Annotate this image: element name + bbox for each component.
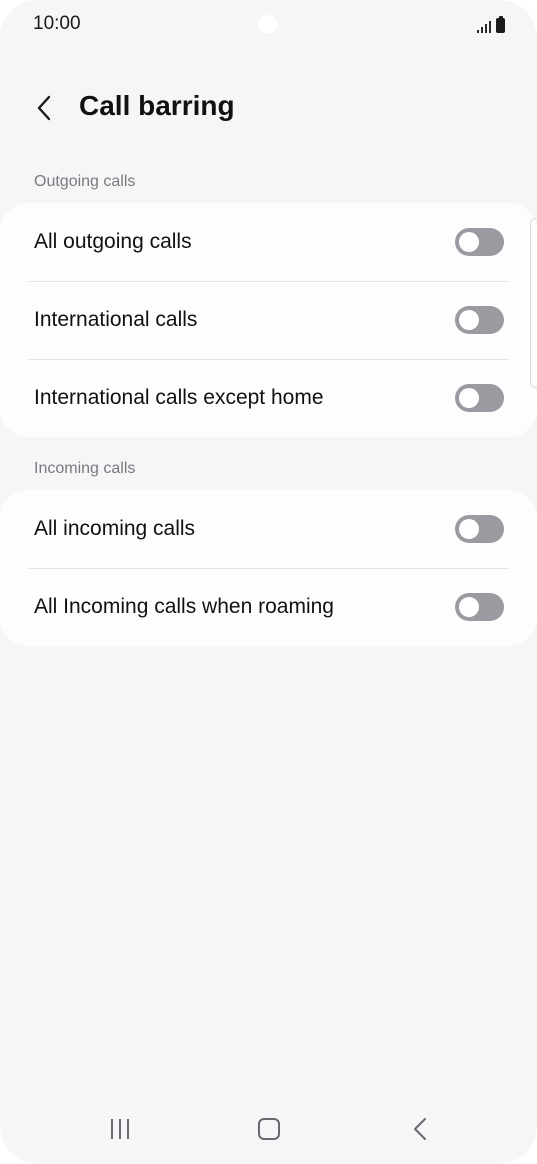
incoming-roaming-toggle[interactable] — [455, 593, 504, 621]
app-header: Call barring — [0, 78, 537, 138]
recent-apps-icon — [111, 1119, 113, 1139]
chevron-left-icon — [37, 95, 51, 121]
setting-label: International calls except home — [34, 386, 324, 409]
international-except-home-toggle[interactable] — [455, 384, 504, 412]
toggle-knob — [459, 310, 479, 330]
toggle-knob — [459, 232, 479, 252]
setting-label: All incoming calls — [34, 517, 196, 540]
setting-row-incoming-roaming[interactable]: All Incoming calls when roaming — [0, 568, 537, 646]
all-incoming-toggle[interactable] — [455, 515, 504, 543]
home-button[interactable] — [252, 1112, 286, 1146]
setting-label: International calls — [34, 308, 198, 331]
nav-back-button[interactable] — [403, 1112, 437, 1146]
setting-row-all-outgoing[interactable]: All outgoing calls — [0, 203, 537, 281]
home-icon — [258, 1118, 280, 1140]
section-label-outgoing: Outgoing calls — [34, 173, 136, 190]
setting-row-all-incoming[interactable]: All incoming calls — [0, 490, 537, 568]
toggle-knob — [459, 388, 479, 408]
back-button[interactable] — [26, 86, 62, 130]
page-title: Call barring — [79, 90, 235, 121]
navigation-bar — [0, 1094, 537, 1164]
setting-label: All outgoing calls — [34, 230, 192, 253]
scrollbar[interactable] — [530, 218, 537, 388]
status-icons — [477, 15, 505, 33]
status-bar: 10:00 — [0, 0, 537, 50]
section-label-incoming: Incoming calls — [34, 460, 136, 477]
setting-label: All Incoming calls when roaming — [34, 595, 334, 618]
back-icon — [414, 1118, 426, 1140]
signal-icon — [477, 19, 491, 33]
setting-row-international-except-home[interactable]: International calls except home — [0, 359, 537, 437]
incoming-calls-card: All incoming calls All Incoming calls wh… — [0, 490, 537, 646]
recent-apps-button[interactable] — [104, 1112, 136, 1146]
all-outgoing-toggle[interactable] — [455, 228, 504, 256]
status-time: 10:00 — [33, 13, 81, 34]
battery-icon — [496, 16, 505, 33]
toggle-knob — [459, 519, 479, 539]
toggle-knob — [459, 597, 479, 617]
international-calls-toggle[interactable] — [455, 306, 504, 334]
camera-cutout — [258, 15, 277, 34]
setting-row-international[interactable]: International calls — [0, 281, 537, 359]
outgoing-calls-card: All outgoing calls International calls I… — [0, 203, 537, 437]
phone-screen: 10:00 Call barring Outgoing calls All ou… — [0, 0, 537, 1164]
